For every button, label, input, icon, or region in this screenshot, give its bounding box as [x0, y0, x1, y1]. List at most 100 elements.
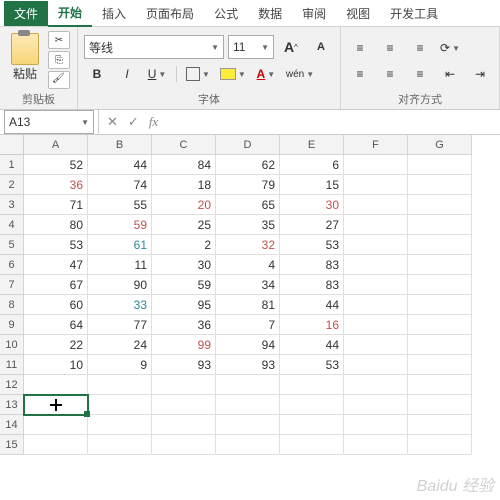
- cell[interactable]: 61: [88, 235, 152, 255]
- cell[interactable]: [216, 415, 280, 435]
- cell[interactable]: [344, 395, 408, 415]
- cell[interactable]: [280, 395, 344, 415]
- cell[interactable]: 44: [280, 295, 344, 315]
- cell[interactable]: [344, 335, 408, 355]
- cell[interactable]: [280, 375, 344, 395]
- cell[interactable]: 84: [152, 155, 216, 175]
- cell[interactable]: [24, 435, 88, 455]
- cell[interactable]: 53: [24, 235, 88, 255]
- cell[interactable]: 33: [88, 295, 152, 315]
- cell[interactable]: 59: [88, 215, 152, 235]
- cell[interactable]: [344, 415, 408, 435]
- font-color-button[interactable]: A▼: [253, 63, 279, 85]
- cell[interactable]: 32: [216, 235, 280, 255]
- cell[interactable]: 16: [280, 315, 344, 335]
- cell[interactable]: [152, 395, 216, 415]
- cell[interactable]: [24, 395, 88, 415]
- tab-view[interactable]: 视图: [336, 1, 380, 26]
- cell[interactable]: [408, 235, 472, 255]
- cell[interactable]: 67: [24, 275, 88, 295]
- italic-button[interactable]: I: [114, 63, 140, 85]
- cell[interactable]: [24, 415, 88, 435]
- cell[interactable]: 65: [216, 195, 280, 215]
- cell[interactable]: 44: [280, 335, 344, 355]
- cell[interactable]: [152, 375, 216, 395]
- cut-button[interactable]: ✂: [48, 31, 70, 49]
- tab-developer[interactable]: 开发工具: [380, 1, 448, 26]
- cell[interactable]: [280, 415, 344, 435]
- cell[interactable]: [152, 415, 216, 435]
- cell[interactable]: 27: [280, 215, 344, 235]
- cell[interactable]: 74: [88, 175, 152, 195]
- column-header[interactable]: D: [216, 135, 280, 155]
- cell[interactable]: [88, 395, 152, 415]
- row-header[interactable]: 13: [0, 395, 24, 415]
- cell[interactable]: 77: [88, 315, 152, 335]
- column-header[interactable]: B: [88, 135, 152, 155]
- cell[interactable]: 10: [24, 355, 88, 375]
- cell[interactable]: 64: [24, 315, 88, 335]
- row-header[interactable]: 3: [0, 195, 24, 215]
- cancel-formula-button[interactable]: ✕: [105, 114, 120, 130]
- cell[interactable]: 93: [152, 355, 216, 375]
- cell[interactable]: [216, 435, 280, 455]
- cell[interactable]: [344, 255, 408, 275]
- tab-review[interactable]: 审阅: [292, 1, 336, 26]
- worksheet-grid[interactable]: ABCDEFG152448462623674187915371552065304…: [0, 135, 500, 455]
- cell[interactable]: [408, 435, 472, 455]
- cell[interactable]: [344, 215, 408, 235]
- cell[interactable]: [408, 175, 472, 195]
- column-header[interactable]: A: [24, 135, 88, 155]
- phonetic-button[interactable]: wén▼: [283, 63, 317, 85]
- cell[interactable]: 80: [24, 215, 88, 235]
- align-left-button[interactable]: ≡: [347, 63, 373, 85]
- cell[interactable]: 93: [216, 355, 280, 375]
- border-button[interactable]: ▼: [183, 63, 213, 85]
- row-header[interactable]: 4: [0, 215, 24, 235]
- tab-file[interactable]: 文件: [4, 1, 48, 26]
- bold-button[interactable]: B: [84, 63, 110, 85]
- cell[interactable]: [408, 315, 472, 335]
- cell[interactable]: 52: [24, 155, 88, 175]
- cell[interactable]: 81: [216, 295, 280, 315]
- cell[interactable]: 22: [24, 335, 88, 355]
- fill-color-button[interactable]: ▼: [217, 63, 249, 85]
- cell[interactable]: 2: [152, 235, 216, 255]
- cell[interactable]: [344, 355, 408, 375]
- cell[interactable]: 94: [216, 335, 280, 355]
- column-header[interactable]: G: [408, 135, 472, 155]
- cell[interactable]: 62: [216, 155, 280, 175]
- cell[interactable]: [408, 195, 472, 215]
- orientation-button[interactable]: ⟳▼: [437, 37, 463, 59]
- name-box[interactable]: A13▼: [4, 110, 94, 134]
- increase-font-button[interactable]: A^: [278, 36, 304, 58]
- cell[interactable]: [344, 195, 408, 215]
- column-header[interactable]: C: [152, 135, 216, 155]
- cell[interactable]: 83: [280, 275, 344, 295]
- row-header[interactable]: 9: [0, 315, 24, 335]
- row-header[interactable]: 1: [0, 155, 24, 175]
- cell[interactable]: 55: [88, 195, 152, 215]
- row-header[interactable]: 8: [0, 295, 24, 315]
- cell[interactable]: 44: [88, 155, 152, 175]
- align-middle-button[interactable]: ≡: [377, 37, 403, 59]
- font-size-select[interactable]: 11▼: [228, 35, 274, 59]
- cell[interactable]: 20: [152, 195, 216, 215]
- cell[interactable]: [344, 275, 408, 295]
- cell[interactable]: 4: [216, 255, 280, 275]
- align-top-button[interactable]: ≡: [347, 37, 373, 59]
- cell[interactable]: 30: [152, 255, 216, 275]
- cell[interactable]: [408, 355, 472, 375]
- row-header[interactable]: 11: [0, 355, 24, 375]
- cell[interactable]: 24: [88, 335, 152, 355]
- cell[interactable]: 95: [152, 295, 216, 315]
- row-header[interactable]: 12: [0, 375, 24, 395]
- copy-button[interactable]: ⎘: [48, 51, 70, 69]
- cell[interactable]: [408, 335, 472, 355]
- cell[interactable]: 59: [152, 275, 216, 295]
- cell[interactable]: [344, 155, 408, 175]
- paste-button[interactable]: 粘贴: [6, 29, 44, 85]
- cell[interactable]: [152, 435, 216, 455]
- cell[interactable]: 90: [88, 275, 152, 295]
- row-header[interactable]: 2: [0, 175, 24, 195]
